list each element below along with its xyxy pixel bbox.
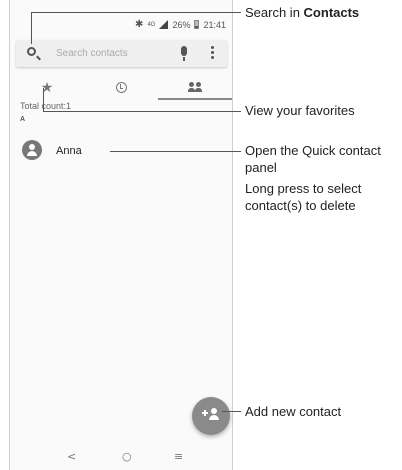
more-options-icon[interactable]	[211, 46, 214, 61]
tab-recent[interactable]	[84, 74, 158, 100]
callout-favorites: View your favorites	[245, 103, 355, 118]
callout-line-favorites-h	[43, 111, 241, 112]
add-contact-button[interactable]	[192, 397, 230, 435]
add-person-icon	[202, 408, 220, 422]
recents-button[interactable]: ≡	[174, 450, 183, 463]
tab-selected-indicator	[158, 98, 232, 100]
avatar-icon[interactable]	[22, 140, 42, 160]
callout-quick-contact-line1: Open the Quick contact	[245, 143, 381, 158]
bluetooth-icon: ✱	[135, 19, 144, 30]
callout-add-contact: Add new contact	[245, 404, 342, 419]
total-count: Total count:1	[20, 101, 72, 111]
tab-contacts[interactable]	[158, 74, 232, 100]
callout-line-add	[222, 411, 241, 412]
callout-search-bold: Contacts	[303, 5, 360, 20]
callout-long-press: Long press to select contact(s) to delet…	[245, 180, 361, 214]
search-icon[interactable]	[27, 47, 36, 56]
callout-long-press-line1: Long press to select	[245, 181, 362, 196]
back-button[interactable]: <	[67, 450, 76, 463]
network-label: 4G	[147, 21, 156, 28]
section-header: A	[20, 116, 26, 123]
search-input[interactable]	[56, 46, 166, 61]
navigation-bar: < ○ ≡	[10, 446, 232, 468]
people-icon	[187, 82, 203, 92]
tab-favorites[interactable]: ★	[10, 74, 84, 100]
status-bar: ✱ 4G 26% 21:41	[10, 16, 232, 32]
callout-long-press-line2: contact(s) to delete	[245, 198, 356, 213]
callout-line-contact	[110, 151, 241, 152]
callout-quick-contact-line2: panel	[245, 160, 277, 175]
callout-search: Search in Contacts	[245, 4, 359, 21]
signal-icon	[159, 20, 169, 29]
battery-icon	[194, 20, 200, 29]
callout-quick-contact: Open the Quick contact panel	[245, 142, 381, 176]
search-bar[interactable]	[16, 40, 227, 67]
clock-time: 21:41	[203, 19, 226, 30]
callout-line-search-h	[31, 12, 241, 13]
callout-search-prefix: Search in	[245, 5, 304, 20]
callout-line-favorites	[43, 88, 44, 111]
phone-screen: ✱ 4G 26% 21:41 ★ Total count:1 A An	[9, 0, 233, 470]
clock-icon	[115, 81, 127, 93]
callout-line-search	[31, 12, 32, 44]
home-button[interactable]: ○	[122, 450, 132, 463]
battery-level: 26%	[172, 19, 191, 30]
contact-name: Anna	[56, 145, 82, 157]
microphone-icon[interactable]	[181, 46, 187, 61]
